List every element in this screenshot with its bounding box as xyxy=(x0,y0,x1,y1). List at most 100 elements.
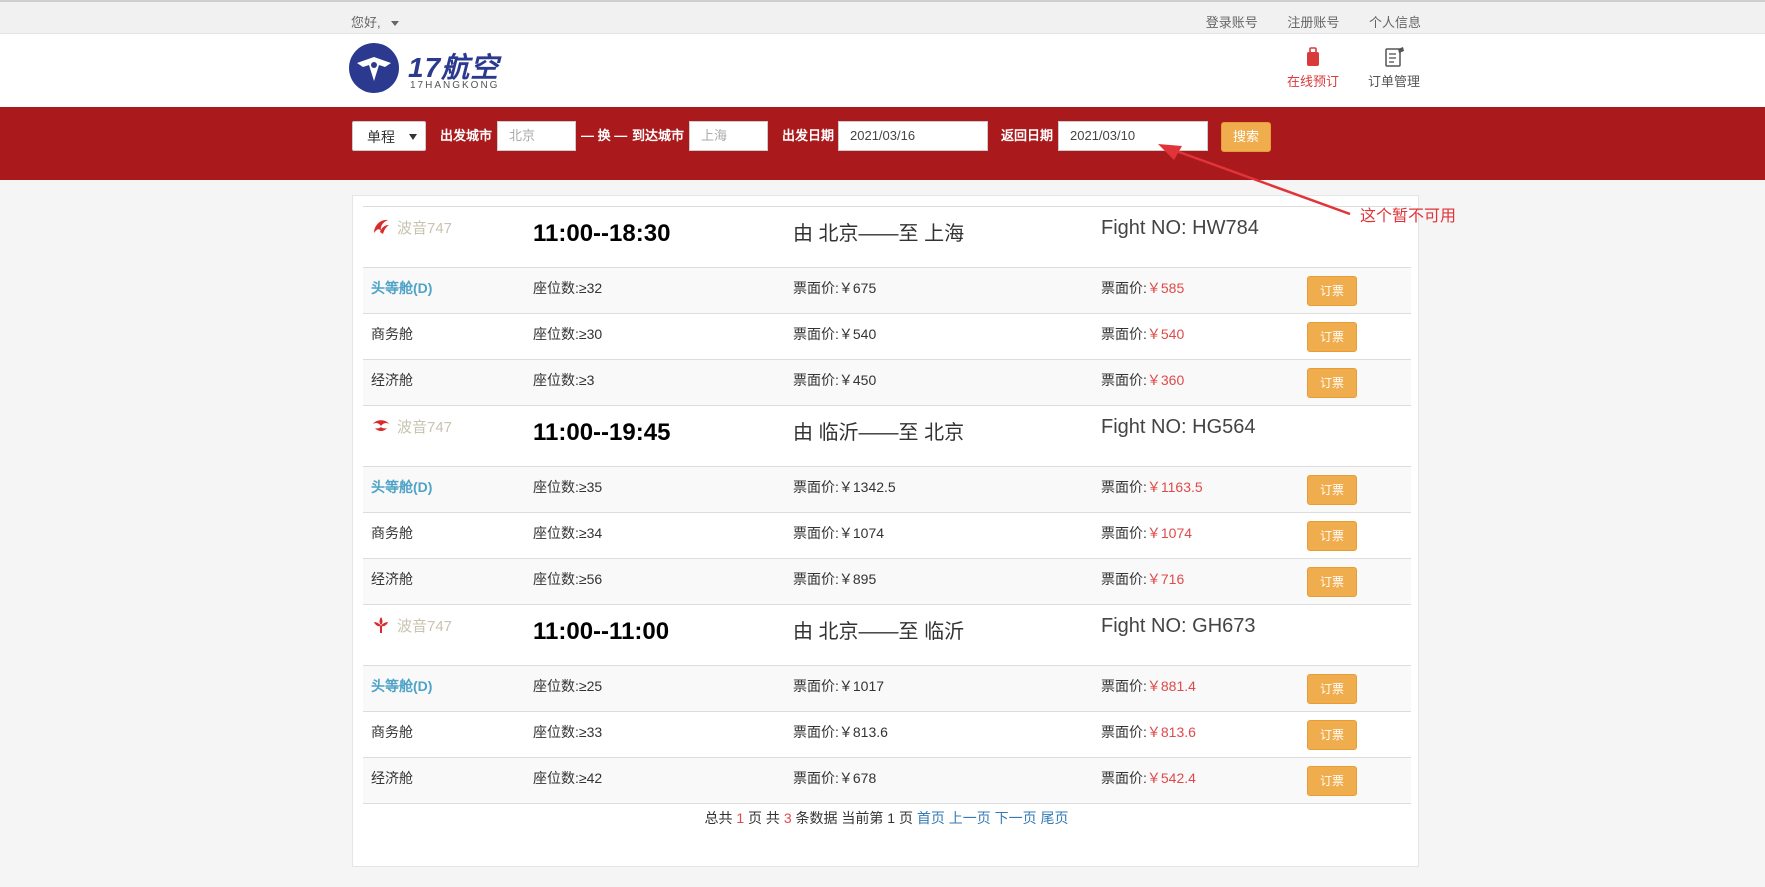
flight-number: Fight NO: GH673 xyxy=(1101,615,1256,637)
cabin-class: 商务舱 xyxy=(371,326,413,342)
top-bar: 您好, 登录账号 注册账号 个人信息 xyxy=(0,2,1765,34)
discount-price: 票面价:￥360 xyxy=(1101,372,1185,388)
flight-route: 由 北京——至 临沂 xyxy=(793,621,965,643)
discount-value: ￥1074 xyxy=(1146,525,1193,541)
base-price: 票面价:￥1017 xyxy=(793,678,885,694)
depart-date-label: 出发日期 xyxy=(782,128,835,143)
select-arrow-icon xyxy=(409,134,417,140)
discount-price: 票面价:￥1163.5 xyxy=(1101,479,1203,495)
hainan-airlines-icon xyxy=(371,416,391,436)
total-pages: 1 xyxy=(736,810,745,826)
caret-down-icon xyxy=(390,21,399,27)
pager-text: 条数据 当前第 xyxy=(795,810,884,826)
seat-count: 座位数:≥42 xyxy=(533,770,603,786)
cabin-class: 商务舱 xyxy=(371,724,413,740)
flight-time: 11:00--18:30 xyxy=(533,220,671,247)
discount-price: 票面价:￥542.4 xyxy=(1101,770,1196,786)
arrive-city-label: 到达城市 xyxy=(632,128,685,143)
discount-value: ￥542.4 xyxy=(1146,770,1196,786)
book-ticket-button[interactable]: 订票 xyxy=(1307,322,1357,352)
seat-count: 座位数:≥32 xyxy=(533,280,603,296)
base-price: 票面价:￥813.6 xyxy=(793,724,888,740)
book-ticket-button[interactable]: 订票 xyxy=(1307,521,1357,551)
suitcase-icon xyxy=(1302,46,1324,68)
first-page-link[interactable]: 首页 xyxy=(917,810,945,826)
search-button[interactable]: 搜索 xyxy=(1221,122,1271,152)
flight-route: 由 北京——至 上海 xyxy=(793,223,965,245)
discount-value: ￥1163.5 xyxy=(1146,479,1203,495)
base-price: 票面价:￥675 xyxy=(793,280,877,296)
online-booking-link[interactable]: 在线预订 xyxy=(1285,46,1341,90)
cabin-row: 经济舱 座位数:≥3 票面价:￥450 票面价:￥360 订票 xyxy=(363,359,1411,405)
discount-price: 票面价:￥1074 xyxy=(1101,525,1193,541)
flight-time: 11:00--19:45 xyxy=(533,419,671,446)
greeting-text: 您好, xyxy=(351,15,381,30)
plane-model: 波音747 xyxy=(397,419,453,436)
base-price: 票面价:￥1074 xyxy=(793,525,885,541)
book-ticket-button[interactable]: 订票 xyxy=(1307,720,1357,750)
book-ticket-button[interactable]: 订票 xyxy=(1307,368,1357,398)
return-date-label: 返回日期 xyxy=(1001,128,1054,143)
book-ticket-button[interactable]: 订票 xyxy=(1307,674,1357,704)
cabin-class: 头等舱(D) xyxy=(371,280,433,296)
trip-type-value: 单程 xyxy=(367,129,395,145)
plane-model: 波音747 xyxy=(397,220,453,237)
cabin-row: 经济舱 座位数:≥56 票面价:￥895 票面价:￥716 订票 xyxy=(363,558,1411,604)
last-page-link[interactable]: 尾页 xyxy=(1041,810,1069,826)
discount-price: 票面价:￥540 xyxy=(1101,326,1185,342)
site-header: 17航空 17HANGKONG 在线预订 订单管理 xyxy=(0,34,1765,108)
cabin-row: 商务舱 座位数:≥33 票面价:￥813.6 票面价:￥813.6 订票 xyxy=(363,711,1411,757)
plane-model: 波音747 xyxy=(397,618,453,635)
china-southern-icon xyxy=(371,615,391,635)
cabin-row: 经济舱 座位数:≥42 票面价:￥678 票面价:￥542.4 订票 xyxy=(363,757,1411,803)
cabin-row: 头等舱(D) 座位数:≥35 票面价:￥1342.5 票面价:￥1163.5 订… xyxy=(363,466,1411,512)
discount-value: ￥360 xyxy=(1146,372,1185,388)
cabin-row: 商务舱 座位数:≥30 票面价:￥540 票面价:￥540 订票 xyxy=(363,313,1411,359)
base-price: 票面价:￥1342.5 xyxy=(793,479,896,495)
depart-city-label: 出发城市 xyxy=(440,128,493,143)
discount-value: ￥585 xyxy=(1146,280,1185,296)
cabin-row: 头等舱(D) 座位数:≥25 票面价:￥1017 票面价:￥881.4 订票 xyxy=(363,665,1411,711)
book-ticket-button[interactable]: 订票 xyxy=(1307,475,1357,505)
discount-price: 票面价:￥716 xyxy=(1101,571,1185,587)
cabin-class: 经济舱 xyxy=(371,770,413,786)
next-page-link[interactable]: 下一页 xyxy=(995,810,1037,826)
book-ticket-button[interactable]: 订票 xyxy=(1307,567,1357,597)
seat-count: 座位数:≥30 xyxy=(533,326,603,342)
current-page: 1 xyxy=(887,810,896,826)
book-ticket-button[interactable]: 订票 xyxy=(1307,766,1357,796)
seat-count: 座位数:≥33 xyxy=(533,724,603,740)
flight-number: Fight NO: HW784 xyxy=(1101,217,1259,239)
depart-date-input[interactable]: 2021/03/16 xyxy=(838,121,988,151)
base-price: 票面价:￥895 xyxy=(793,571,877,587)
pagination: 总共 1 页 共 3 条数据 当前第 1 页 首页 上一页 下一页 尾页 xyxy=(353,808,1420,828)
seat-count: 座位数:≥35 xyxy=(533,479,603,495)
return-date-input[interactable]: 2021/03/10 xyxy=(1058,121,1208,151)
flight-header: 波音747 11:00--19:45 由 临沂——至 北京 Fight NO: … xyxy=(363,405,1411,466)
swap-label[interactable]: — 换 — xyxy=(581,121,627,151)
flight-route: 由 临沂——至 北京 xyxy=(793,422,965,444)
cabin-class: 头等舱(D) xyxy=(371,678,433,694)
arrive-city-input[interactable]: 上海 xyxy=(689,121,768,151)
seat-count: 座位数:≥25 xyxy=(533,678,603,694)
logo-subtitle: 17HANGKONG xyxy=(410,80,500,91)
seat-count: 座位数:≥56 xyxy=(533,571,603,587)
discount-value: ￥813.6 xyxy=(1146,724,1196,740)
trip-type-select[interactable]: 单程 xyxy=(352,121,426,151)
order-management-link[interactable]: 订单管理 xyxy=(1365,46,1423,90)
eagle-logo-icon[interactable] xyxy=(349,43,399,93)
cabin-row: 头等舱(D) 座位数:≥32 票面价:￥675 票面价:￥585 订票 xyxy=(363,267,1411,313)
login-link[interactable]: 登录账号 xyxy=(1206,15,1258,30)
cabin-class: 头等舱(D) xyxy=(371,479,433,495)
register-link[interactable]: 注册账号 xyxy=(1287,15,1339,30)
book-ticket-button[interactable]: 订票 xyxy=(1307,276,1357,306)
base-price: 票面价:￥678 xyxy=(793,770,877,786)
greeting-dropdown[interactable]: 您好, xyxy=(351,12,399,31)
flight-header: 波音747 11:00--11:00 由 北京——至 临沂 Fight NO: … xyxy=(363,604,1411,665)
cabin-class: 经济舱 xyxy=(371,571,413,587)
flight-number: Fight NO: HG564 xyxy=(1101,416,1256,438)
cabin-class: 商务舱 xyxy=(371,525,413,541)
profile-link[interactable]: 个人信息 xyxy=(1369,15,1421,30)
depart-city-input[interactable]: 北京 xyxy=(497,121,576,151)
prev-page-link[interactable]: 上一页 xyxy=(949,810,991,826)
